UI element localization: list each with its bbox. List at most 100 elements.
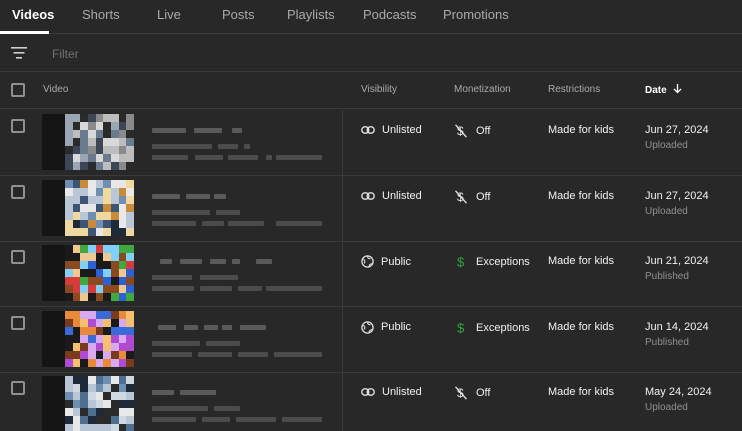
redacted-text [238,286,262,291]
date-cell: Jun 27, 2024 [645,124,709,136]
restrictions-cell: Made for kids [548,124,615,136]
column-header-video: Video [43,84,69,95]
date-status: Published [645,271,689,282]
redacted-text [198,351,232,357]
redacted-text [200,275,238,280]
column-divider [342,110,343,176]
tab-playlists[interactable]: Playlists [287,7,335,22]
redacted-text [238,351,268,357]
column-divider [342,241,343,307]
video-thumbnail[interactable] [42,179,134,236]
link-icon [361,126,375,134]
monetization-label: Exceptions [476,321,530,334]
restrictions-cell: Made for kids [548,386,615,398]
table-row[interactable]: Public $ Exceptions Made for kids Jun 21, 20… [0,241,742,307]
redacted-text [152,417,196,422]
monetization-cell[interactable]: $ Exceptions [455,255,530,269]
redacted-text [152,193,180,199]
monetization-label: Off [476,125,491,137]
video-thumbnail[interactable] [42,114,134,170]
redacted-text [266,286,322,291]
visibility-label: Unlisted [382,189,422,202]
date-cell: May 24, 2024 [645,386,712,398]
redacted-text [152,220,196,226]
visibility-cell[interactable]: Public [361,255,411,268]
date-cell: Jun 14, 2024 [645,320,709,333]
visibility-label: Unlisted [382,386,422,398]
restrictions-cell: Made for kids [548,189,615,202]
visibility-cell[interactable]: Unlisted [361,386,422,398]
redacted-text [256,259,272,264]
dollar-off-icon: $ [455,124,467,138]
table-row[interactable]: Unlisted $ Off Made for kids Jun 27, 2024 Upl… [0,175,742,242]
dollar-icon: $ [457,321,465,335]
video-thumbnail[interactable] [42,245,134,301]
column-header-visibility[interactable]: Visibility [361,84,397,95]
video-thumbnail[interactable] [42,310,134,367]
redacted-text [216,209,240,215]
monetization-cell[interactable]: $ Off [455,386,490,400]
date-cell: Jun 21, 2024 [645,255,709,267]
monetization-cell[interactable]: $ Off [455,190,490,204]
redacted-text [244,144,250,149]
redacted-text [206,340,240,346]
tab-posts[interactable]: Posts [222,7,255,22]
tab-live[interactable]: Live [157,7,181,22]
redacted-text [160,259,172,264]
tab-videos[interactable]: Videos [12,7,54,22]
redacted-text [194,128,222,133]
redacted-text [158,324,176,330]
visibility-label: Public [381,321,411,333]
dollar-icon: $ [457,255,465,269]
redacted-text [210,259,226,264]
table-row[interactable]: Unlisted $ Off Made for kids Jun 27, 2024 Upl… [0,110,742,176]
row-checkbox[interactable] [11,119,25,133]
tab-podcasts[interactable]: Podcasts [363,7,416,22]
monetization-cell[interactable]: $ Off [455,124,490,138]
redacted-text [202,417,230,422]
row-checkbox[interactable] [11,250,25,264]
tab-shorts[interactable]: Shorts [82,7,120,22]
redacted-text [276,155,322,160]
redacted-text [274,351,322,357]
redacted-text [152,351,192,357]
table-row[interactable]: Public $ Exceptions Made for kids Jun 14, 20… [0,306,742,373]
monetization-label: Exceptions [476,256,530,268]
select-all-checkbox[interactable] [11,83,25,97]
row-checkbox[interactable] [11,184,25,199]
row-checkbox[interactable] [11,315,25,330]
redacted-text [232,128,242,133]
video-thumbnail[interactable] [42,376,134,431]
link-icon [361,388,375,396]
dollar-off-icon: $ [455,190,467,204]
redacted-text [152,340,200,346]
monetization-cell[interactable]: $ Exceptions [455,321,530,335]
svg-text:$: $ [457,255,465,269]
redacted-text [152,275,192,280]
visibility-cell[interactable]: Unlisted [361,190,422,202]
tab-promotions[interactable]: Promotions [443,7,509,22]
visibility-label: Public [381,255,411,268]
date-status: Uploaded [645,402,688,413]
redacted-text [204,324,218,330]
date-status: Uploaded [645,205,688,217]
column-header-restrictions[interactable]: Restrictions [548,84,600,95]
row-checkbox[interactable] [11,381,25,395]
filter-input[interactable] [52,45,352,63]
redacted-text [214,406,240,411]
column-divider [342,306,343,373]
redacted-text [152,390,174,395]
filter-icon[interactable] [11,46,27,60]
redacted-text [184,324,198,330]
table-row[interactable]: Unlisted $ Off Made for kids May 24, 2024 Upl… [0,372,742,431]
column-header-monetization[interactable]: Monetization [454,84,511,95]
visibility-cell[interactable]: Public [361,320,411,334]
column-divider [342,372,343,431]
redacted-text [180,390,216,395]
arrow-down-icon [674,84,682,94]
globe-icon [361,255,374,268]
visibility-cell[interactable]: Unlisted [361,124,422,136]
column-header-date[interactable]: Date [645,84,682,96]
date-status: Published [645,336,689,348]
svg-text:$: $ [457,321,465,335]
